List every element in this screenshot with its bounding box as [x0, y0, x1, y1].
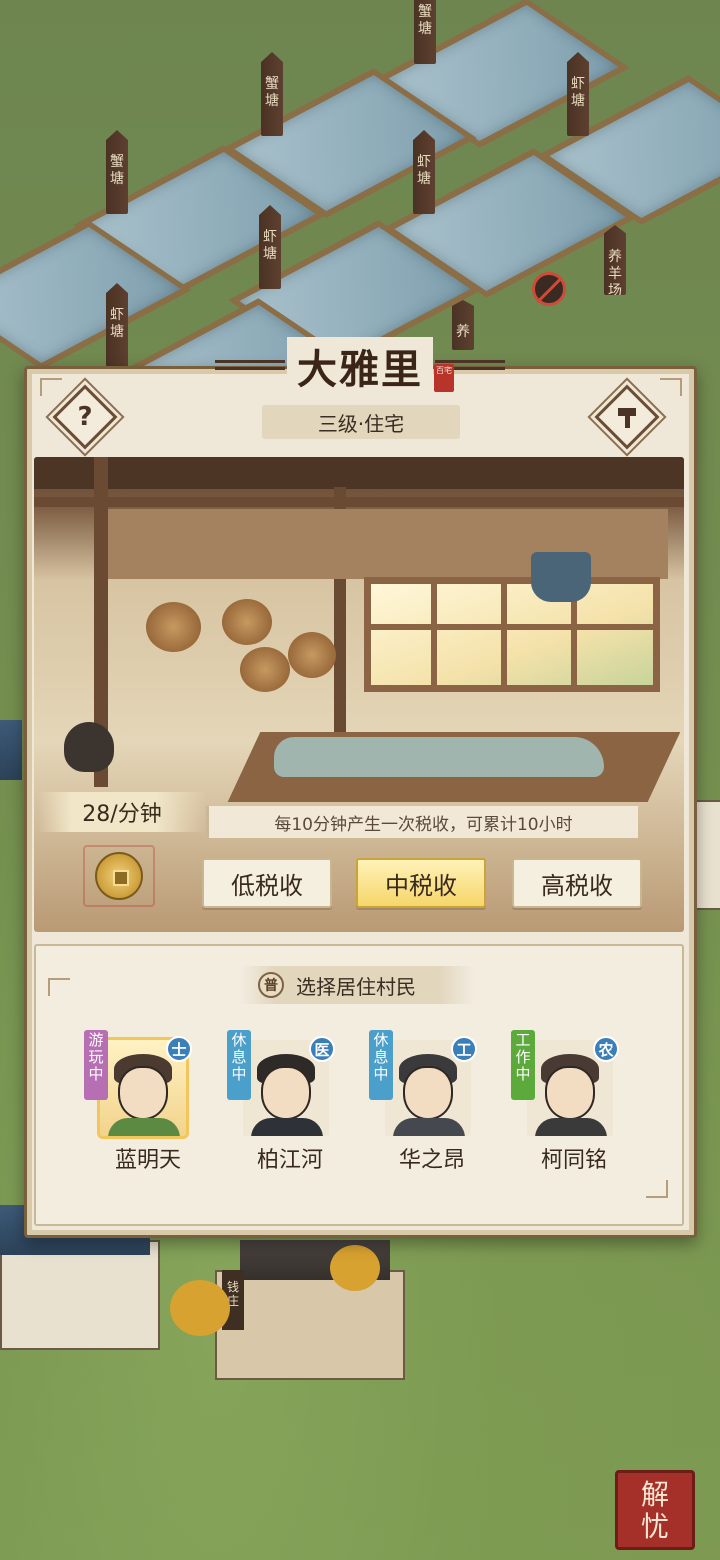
status-badge: 休息中: [369, 1030, 393, 1100]
corner-ornament: [40, 378, 62, 396]
status-badge: 休息中: [227, 1030, 251, 1100]
low-tax-button[interactable]: 低税收: [202, 858, 332, 908]
profession-badge: 医: [309, 1036, 335, 1062]
profession-badge: 农: [593, 1036, 619, 1062]
hanging-basket: [240, 647, 290, 692]
tree: [330, 1245, 380, 1291]
profession-badge: 士: [166, 1036, 192, 1062]
ceiling-beam: [34, 497, 684, 507]
pond-sign-post[interactable]: 蟹塘: [106, 130, 128, 214]
tax-rate: 28/分钟: [38, 792, 206, 832]
resident-name: 柏江河: [256, 1148, 323, 1173]
corner-ornament: [660, 378, 682, 396]
resident-header: 普 选择居住村民: [240, 966, 475, 1004]
high-tax-button[interactable]: 高税收: [512, 858, 642, 908]
resident-header-title: 选择居住村民: [296, 974, 416, 999]
resident-name: 蓝明天: [114, 1148, 181, 1173]
question-icon: ?: [77, 402, 93, 432]
tax-info: 每10分钟产生一次税收，可累计10小时: [206, 806, 638, 838]
medium-tax-button[interactable]: 中税收: [356, 858, 486, 908]
pond-sign-post[interactable]: 虾塘: [413, 130, 435, 214]
house[interactable]: [0, 1240, 160, 1350]
status-badge: 游玩中: [84, 1030, 108, 1100]
title-seal: 百宅: [434, 364, 454, 392]
blocked-icon[interactable]: [532, 272, 566, 306]
clay-pot: [64, 722, 114, 772]
pond-sign-post[interactable]: 蟹塘: [261, 52, 283, 136]
hanging-cloth: [531, 552, 591, 602]
resident-name: 华之昂: [398, 1148, 465, 1173]
title-ornament-left: [215, 360, 285, 370]
common-badge-icon: 普: [258, 972, 284, 998]
corner-ornament: [48, 978, 70, 996]
building-level-label: 三级·住宅: [262, 405, 460, 439]
blanket: [274, 737, 604, 777]
corner-ornament: [646, 1180, 668, 1198]
hanging-basket: [288, 632, 336, 678]
house-roof: [0, 720, 22, 780]
pond-sign-post[interactable]: 蟹塘: [414, 0, 436, 64]
resident-card[interactable]: 休息中 医: [227, 1030, 335, 1142]
ceiling-beam: [34, 457, 684, 489]
hammer-icon: [607, 397, 647, 437]
resident-name: 柯同铭: [540, 1148, 607, 1173]
window: [364, 577, 660, 692]
pond-sign-post[interactable]: 虾塘: [567, 52, 589, 136]
tree: [170, 1280, 230, 1336]
dialog-title: 大雅里: [287, 337, 433, 395]
hanging-basket: [146, 602, 201, 652]
farm-sign-post[interactable]: 养羊场: [604, 225, 626, 295]
pond-sign-post[interactable]: 虾塘: [106, 283, 128, 367]
hanging-basket: [222, 599, 272, 645]
resident-card[interactable]: 工作中 农: [511, 1030, 619, 1142]
resident-card[interactable]: 游玩中 士: [84, 1030, 192, 1142]
copper-coin-icon[interactable]: [95, 852, 143, 900]
pond-sign-post[interactable]: 虾塘: [259, 205, 281, 289]
profession-badge: 工: [451, 1036, 477, 1062]
jieyou-button[interactable]: 解忧: [615, 1470, 695, 1550]
status-badge: 工作中: [511, 1030, 535, 1100]
dialog-title-plate: 大雅里: [215, 337, 505, 395]
resident-card[interactable]: 休息中 工: [369, 1030, 477, 1142]
